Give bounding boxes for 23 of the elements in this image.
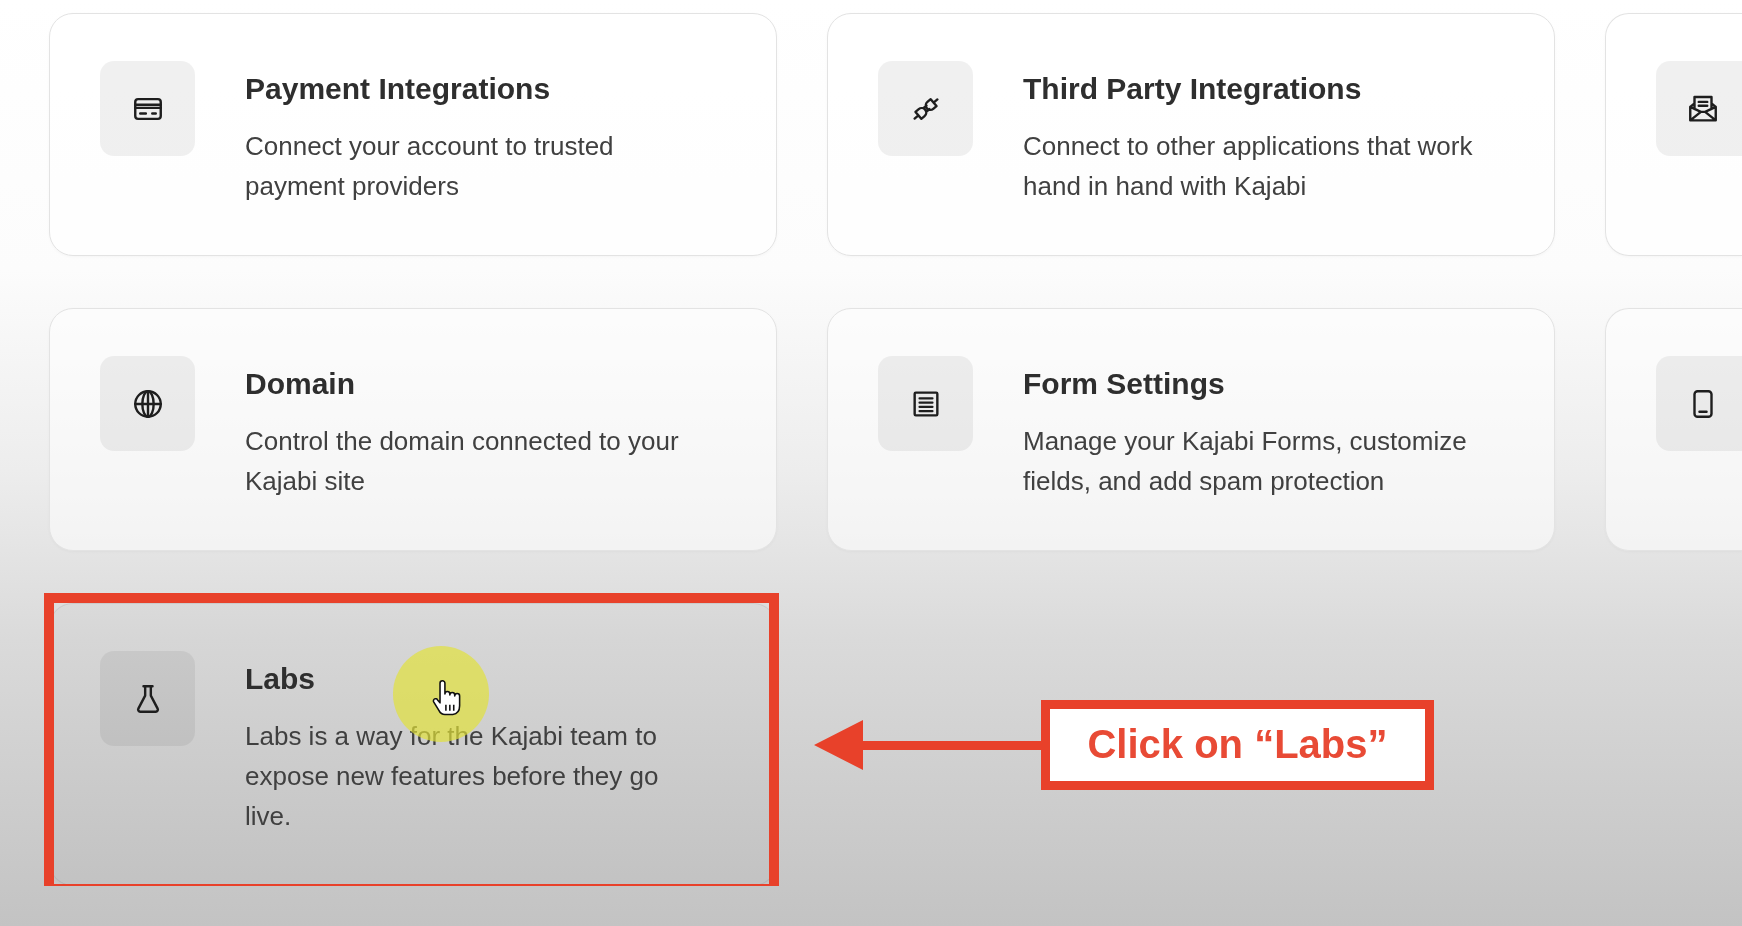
card-title: Domain <box>245 366 356 402</box>
card-description: Connect your account to trusted payment providers <box>245 130 615 203</box>
settings-card[interactable] <box>1605 13 1742 256</box>
envelope-letter-icon <box>1656 61 1742 156</box>
card-title: Third Party Integrations <box>1023 71 1363 107</box>
flask-icon <box>100 651 195 746</box>
settings-card[interactable]: Form Settings Manage your Kajabi Forms, customize fields, and add spam protection <box>827 308 1555 551</box>
card-description: Control the domain connected to your Kajabi site <box>245 425 680 498</box>
card-description: Manage your Kajabi Forms, customize fields, and add spam protection <box>1023 425 1468 498</box>
credit-card-icon <box>100 61 195 156</box>
settings-card[interactable]: Payment Integrations Connect your account to trusted payment providers <box>49 13 777 256</box>
card-title: Payment Integrations <box>245 71 552 107</box>
settings-card[interactable]: Third Party Integrations Connect to other applications that work hand in hand with Kajabi <box>827 13 1555 256</box>
card-title: Labs <box>245 661 317 697</box>
globe-icon <box>100 356 195 451</box>
card-description: Connect to other applications that work hand in hand with Kajabi <box>1023 130 1474 203</box>
document-lines-icon <box>878 356 973 451</box>
settings-card[interactable]: Domain Control the domain connected to your Kajabi site <box>49 308 777 551</box>
card-title: Form Settings <box>1023 366 1226 402</box>
tablet-icon <box>1656 356 1742 451</box>
settings-card[interactable] <box>1605 308 1742 551</box>
plug-icon <box>878 61 973 156</box>
callout-label: Click on “Labs” <box>1041 699 1434 790</box>
